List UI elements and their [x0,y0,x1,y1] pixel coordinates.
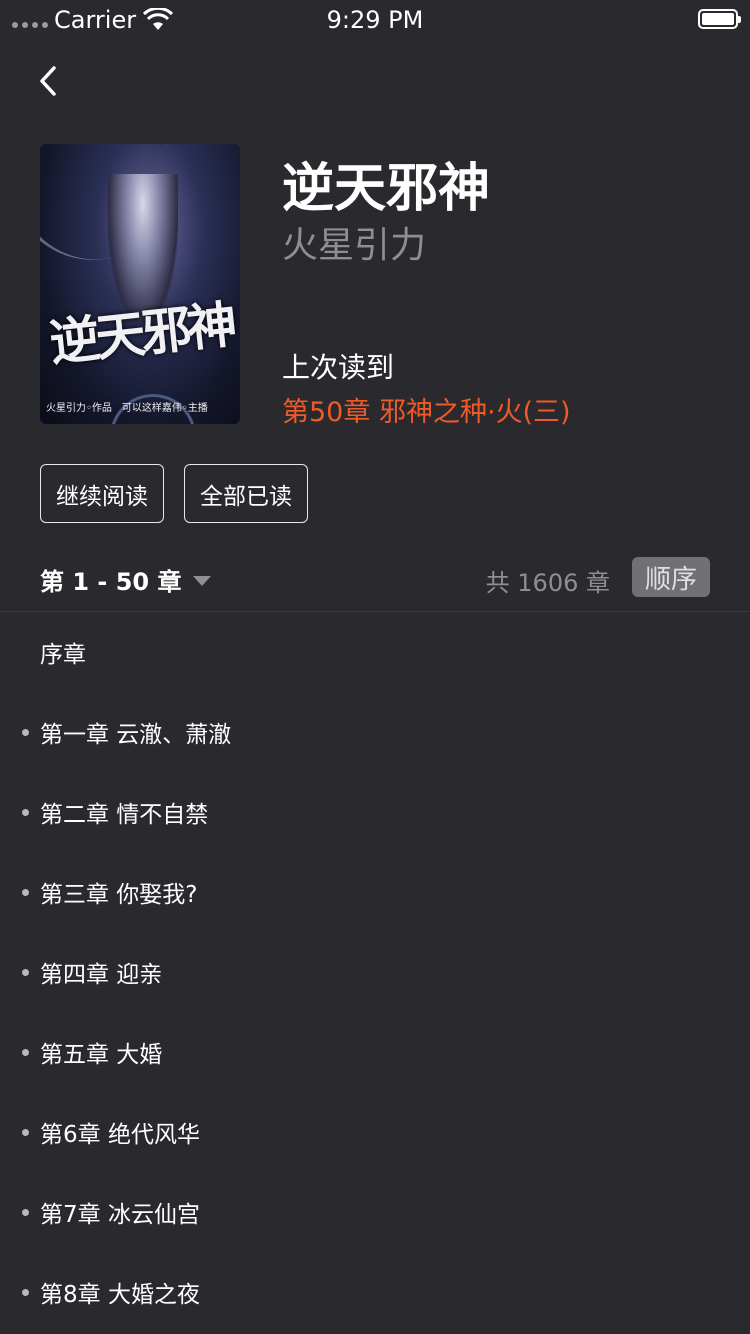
chevron-left-icon [40,66,56,96]
chapter-title: 第四章 迎亲 [40,962,163,988]
unread-dot-icon [22,728,29,736]
book-author: 火星引力 [282,225,427,266]
chapter-title: 第8章 大婚之夜 [40,1282,200,1308]
chapter-row[interactable]: 第6章 绝代风华 [0,1092,750,1172]
unread-dot-icon [22,968,29,976]
chapter-range-label: 第 1 - 50 章 [40,568,182,596]
battery-icon [698,9,741,29]
chapter-row[interactable]: 序章 [0,612,750,692]
chapter-title: 第一章 云澈、萧澈 [40,722,232,748]
chapter-list: 序章第一章 云澈、萧澈 第二章 情不自禁 第三章 你娶我? 第四章 迎亲 第五章 大婚第… [0,612,750,1332]
unread-dot-icon [22,808,29,816]
unread-dot-icon [22,1288,29,1296]
chapter-row[interactable]: 第三章 你娶我? [0,852,750,932]
unread-dot-icon [22,1128,29,1136]
chapter-title: 第二章 情不自禁 [40,802,209,828]
chapter-title: 第6章 绝代风华 [40,1122,200,1148]
continue-reading-button[interactable]: 继续阅读 [40,464,164,523]
cover-credit: 火星引力◦作品 可以这样嘉伟◦主播 [46,403,208,414]
status-bar: Carrier 9:29 PM [0,0,750,40]
last-read-chapter-link[interactable]: 第50章 邪神之种·火(三) [282,390,571,429]
back-button[interactable] [34,62,64,100]
chapter-row[interactable]: 第五章 大婚 [0,1012,750,1092]
chapter-range-selector[interactable]: 第 1 - 50 章 [40,562,212,597]
book-title: 逆天邪神 [282,159,491,219]
book-cover: 逆天邪神 火星引力◦作品 可以这样嘉伟◦主播 [40,144,240,424]
chapter-title: 第五章 大婚 [40,1042,163,1068]
chapter-row[interactable]: 第8章 大婚之夜 [0,1252,750,1332]
chapter-row[interactable]: 第四章 迎亲 [0,932,750,1012]
cover-title-art: 逆天邪神 [46,294,236,373]
chapter-row[interactable]: 第7章 冰云仙宫 [0,1172,750,1252]
chapter-row[interactable]: 第一章 云澈、萧澈 [0,692,750,772]
last-read-label: 上次读到 [282,351,395,384]
unread-dot-icon [22,1208,29,1216]
chapter-title: 第三章 你娶我? [40,882,198,908]
unread-dot-icon [22,888,29,896]
caret-down-icon [193,575,212,586]
sort-order-button[interactable]: 顺序 [632,557,710,597]
chapter-total-count: 共 1606 章 [485,569,610,597]
chapter-title: 序章 [40,642,86,668]
chapter-title: 第7章 冰云仙宫 [40,1202,200,1228]
mark-all-read-button[interactable]: 全部已读 [184,464,308,523]
clock: 9:29 PM [326,6,424,34]
unread-dot-icon [22,1048,29,1056]
chapter-row[interactable]: 第二章 情不自禁 [0,772,750,852]
